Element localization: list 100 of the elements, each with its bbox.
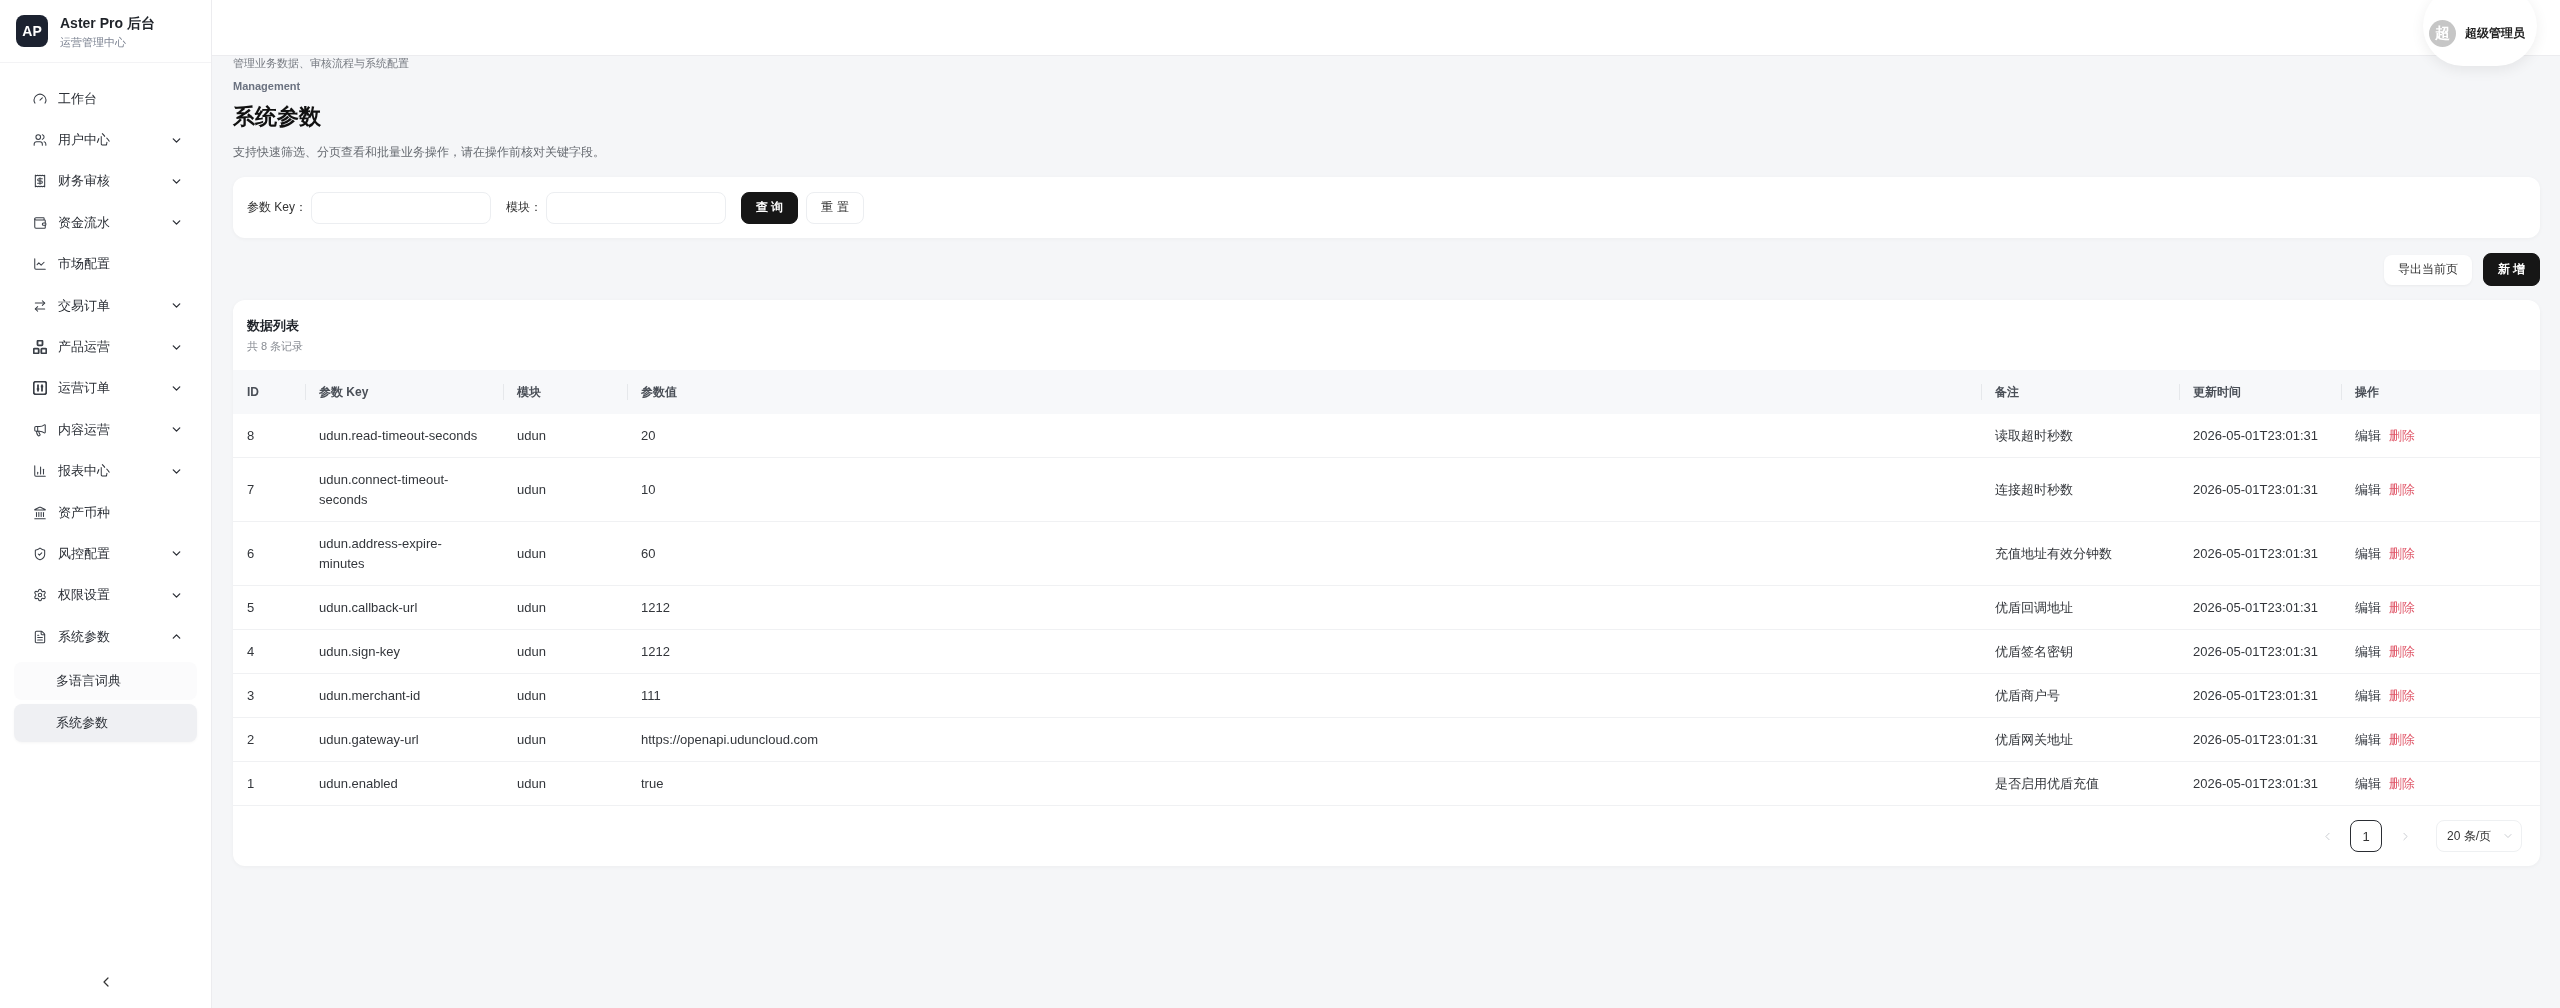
document-icon [33, 629, 47, 644]
edit-link[interactable]: 编辑 [2355, 773, 2381, 794]
table-cell: 优盾商户号 [1981, 673, 2179, 718]
field-label: 模块： [506, 199, 542, 216]
nav-item[interactable]: 报表中心 [0, 450, 211, 492]
gear-icon [33, 588, 47, 603]
edit-link[interactable]: 编辑 [2355, 425, 2381, 446]
table-cell: 20 [627, 414, 1981, 458]
table-cell: 2026-05-01T23:01:31 [2179, 761, 2341, 806]
table-cell: 2026-05-01T23:01:31 [2179, 414, 2341, 458]
delete-link[interactable]: 删除 [2389, 425, 2415, 446]
nav-item[interactable]: 财务审核 [0, 160, 211, 203]
column-header: 模块 [503, 370, 627, 414]
receipt-icon [33, 174, 47, 189]
table-cell: 读取超时秒数 [1981, 414, 2179, 458]
delete-link[interactable]: 删除 [2389, 729, 2415, 750]
squares-icon [33, 340, 47, 355]
table-cell: 连接超时秒数 [1981, 457, 2179, 522]
reset-button[interactable]: 重 置 [806, 191, 864, 224]
nav-item[interactable]: 用户中心 [0, 119, 211, 161]
delete-link[interactable]: 删除 [2389, 641, 2415, 662]
brand-title: Aster Pro 后台 [60, 13, 155, 32]
page-description: 支持快速筛选、分页查看和批量业务操作，请在操作前核对关键字段。 [233, 144, 606, 161]
table-cell: 2026-05-01T23:01:31 [2179, 521, 2341, 586]
edit-link[interactable]: 编辑 [2355, 729, 2381, 750]
table-cell: udun [503, 585, 627, 630]
nav-item[interactable]: 风控配置 [0, 533, 211, 575]
table-cell: 5 [233, 585, 305, 630]
table-cell: true [627, 761, 1981, 806]
page-button[interactable]: 1 [2350, 820, 2382, 852]
nav-item[interactable]: 产品运营 [0, 326, 211, 368]
table-cell: udun.merchant-id [305, 673, 503, 718]
edit-link[interactable]: 编辑 [2355, 479, 2381, 500]
bar-chart-icon [33, 464, 47, 479]
nav-item[interactable]: 交易订单 [0, 284, 211, 327]
sub-nav-item[interactable]: 系统参数 [14, 704, 197, 743]
table-cell: https://openapi.uduncloud.com [627, 717, 1981, 762]
sliders-icon [33, 381, 47, 396]
table-cell: 1212 [627, 585, 1981, 630]
search-button[interactable]: 查 询 [741, 191, 799, 224]
table-cell: udun [503, 521, 627, 586]
table-cell: 2026-05-01T23:01:31 [2179, 717, 2341, 762]
table-cell: 优盾签名密钥 [1981, 629, 2179, 674]
delete-link[interactable]: 删除 [2389, 479, 2415, 500]
table-cell: 7 [233, 457, 305, 522]
section-eyebrow: Management [233, 79, 302, 93]
delete-link[interactable]: 删除 [2389, 773, 2415, 794]
nav-item[interactable]: 运营订单 [0, 367, 211, 410]
column-header: 更新时间 [2179, 370, 2341, 414]
nav-item[interactable]: 资产币种 [0, 491, 211, 534]
users-icon [33, 133, 47, 148]
table-cell: 1 [233, 761, 305, 806]
table-cell: 优盾网关地址 [1981, 717, 2179, 762]
column-header: ID [233, 370, 305, 414]
table-cell: 是否启用优盾充值 [1981, 761, 2179, 806]
table-cell: 8 [233, 414, 305, 458]
add-button[interactable]: 新 增 [2483, 253, 2540, 286]
delete-link[interactable]: 删除 [2389, 685, 2415, 706]
table-cell: udun [503, 717, 627, 762]
page-size-select[interactable]: 20 条/页 [2436, 820, 2522, 852]
edit-link[interactable]: 编辑 [2355, 597, 2381, 618]
table-cell: udun [503, 414, 627, 458]
page-title: 系统参数 [233, 103, 322, 131]
table-cell: 60 [627, 521, 1981, 586]
page-subtitle: 管理业务数据、审核流程与系统配置 [233, 56, 410, 70]
table-cell: 2026-05-01T23:01:31 [2179, 457, 2341, 522]
table-cell: udun.address-expire-minutes [305, 521, 503, 586]
table-cell: udun [503, 761, 627, 806]
table-cell: 充值地址有效分钟数 [1981, 521, 2179, 586]
nav-item[interactable]: 资金流水 [0, 202, 211, 244]
edit-link[interactable]: 编辑 [2355, 543, 2381, 564]
delete-link[interactable]: 删除 [2389, 543, 2415, 564]
nav-item[interactable]: 市场配置 [0, 243, 211, 285]
edit-link[interactable]: 编辑 [2355, 685, 2381, 706]
column-header: 操作 [2341, 370, 2540, 414]
table-cell: 10 [627, 457, 1981, 522]
export-button[interactable]: 导出当前页 [2384, 254, 2472, 285]
nav-item[interactable]: 权限设置 [0, 574, 211, 617]
table-cell: 6 [233, 521, 305, 586]
user-menu-button[interactable]: 超 超级管理员 [2423, 0, 2537, 66]
avatar: 超 [2429, 19, 2456, 47]
table-cell: 2 [233, 717, 305, 762]
brand-subtitle: 运营管理中心 [60, 34, 127, 49]
table-cell: udun [503, 457, 627, 522]
bank-icon [33, 505, 47, 520]
delete-link[interactable]: 删除 [2389, 597, 2415, 618]
logo: AP [16, 15, 48, 47]
swap-arrows-icon [33, 298, 47, 313]
edit-link[interactable]: 编辑 [2355, 641, 2381, 662]
table-cell: 1212 [627, 629, 1981, 674]
card-title: 数据列表 [247, 317, 300, 335]
gauge-icon [33, 91, 47, 106]
nav-item[interactable]: 系统参数 [0, 616, 211, 658]
sub-nav-item[interactable]: 多语言词典 [14, 662, 197, 701]
table-cell: udun.connect-timeout-seconds [305, 457, 503, 522]
nav-item[interactable]: 工作台 [0, 78, 211, 120]
nav-item[interactable]: 内容运营 [0, 409, 211, 451]
table-cell: udun [503, 629, 627, 674]
table-cell: 111 [627, 673, 1981, 718]
table-cell: 4 [233, 629, 305, 674]
